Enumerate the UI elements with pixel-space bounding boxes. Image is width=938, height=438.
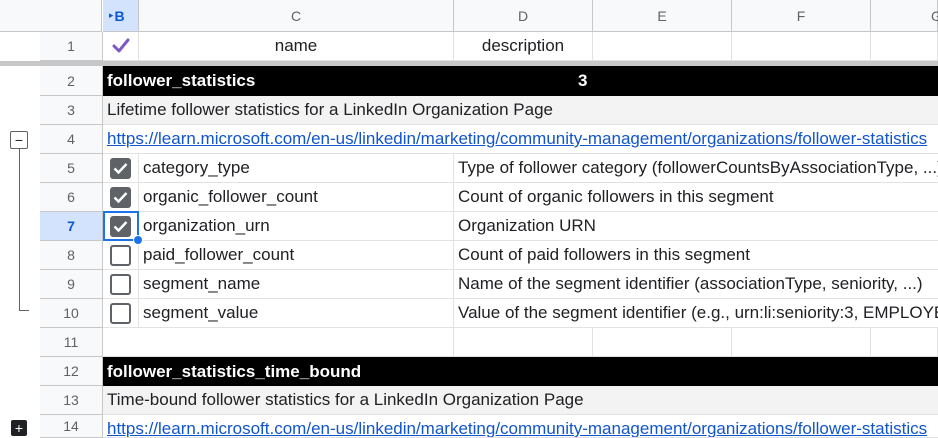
row-header-7[interactable]: 7 [40,212,103,241]
field-name[interactable]: organic_follower_count [139,183,454,212]
header-check-cell[interactable] [103,32,139,61]
field-name[interactable]: category_type [139,154,454,183]
checkbox-checked-icon[interactable] [110,215,131,237]
select-all-corner[interactable] [0,0,102,32]
empty-cell[interactable] [593,328,732,357]
column-header-f[interactable]: F [732,0,871,32]
plus-icon: + [14,420,24,436]
checkbox-checked-icon[interactable] [110,186,131,208]
section-description[interactable]: Lifetime follower statistics for a Linke… [103,96,938,125]
section-doc-link[interactable]: https://learn.microsoft.com/en-us/linked… [103,125,938,154]
field-checkbox[interactable] [103,299,139,328]
checkbox-checked-icon[interactable] [110,157,131,179]
row-header-4[interactable]: 4 [40,125,103,154]
field-checkbox[interactable] [103,270,139,299]
field-description[interactable]: Count of organic followers in this segme… [454,183,938,212]
checkbox-unchecked-icon[interactable] [110,302,131,324]
section-title-row[interactable]: follower_statistics_time_bound [103,357,938,386]
row-header-9[interactable]: 9 [40,270,103,299]
field-checkbox[interactable] [103,241,139,270]
field-name[interactable]: segment_name [139,270,454,299]
empty-cell[interactable] [732,32,871,61]
row-header-6[interactable]: 6 [40,183,103,212]
section-title: follower_statistics_time_bound [107,361,362,381]
fill-handle[interactable] [133,235,143,245]
row-header-13[interactable]: 13 [40,386,103,415]
row-header-12[interactable]: 12 [40,357,103,386]
empty-cell[interactable] [103,328,454,357]
field-name[interactable]: paid_follower_count [139,241,454,270]
field-checkbox[interactable] [103,154,139,183]
column-header-g[interactable]: G [871,0,938,32]
row-header-14[interactable]: 14 [40,415,103,438]
row-header-5[interactable]: 5 [40,154,103,183]
section-count: 3 [578,71,588,90]
row-header-11[interactable]: 11 [40,328,103,357]
collapse-group-button[interactable]: − [10,131,28,149]
field-description[interactable]: Value of the segment identifier (e.g., u… [454,299,938,328]
expand-group-button[interactable]: + [11,420,27,436]
checkmark-icon [112,38,129,53]
section-title: follower_statistics [107,71,256,90]
column-header-e[interactable]: E [593,0,732,32]
empty-cell[interactable] [871,328,938,357]
checkbox-unchecked-icon[interactable] [110,273,131,295]
field-name[interactable]: segment_value [139,299,454,328]
checkbox-unchecked-icon[interactable] [110,244,131,266]
field-description[interactable]: Type of follower category (followerCount… [454,154,938,183]
field-description[interactable]: Count of paid followers in this segment [454,241,938,270]
row-group-line [19,149,20,311]
row-header-2[interactable]: 2 [40,66,103,96]
field-description[interactable]: Name of the segment identifier (associat… [454,270,938,299]
column-expand-icon: ▸ [109,10,114,20]
row-header-1[interactable]: 1 [40,32,103,61]
row-header-3[interactable]: 3 [40,96,103,125]
field-description[interactable]: Organization URN [454,212,938,241]
empty-cell[interactable] [732,328,871,357]
row-header-10[interactable]: 10 [40,299,103,328]
header-description-cell[interactable]: description [454,32,593,61]
column-header-c[interactable]: C [139,0,454,32]
section-description[interactable]: Time-bound follower statistics for a Lin… [103,386,938,415]
field-name[interactable]: organization_urn [139,212,454,241]
section-doc-link[interactable]: https://learn.microsoft.com/en-us/linked… [103,415,938,438]
column-header-d[interactable]: D [454,0,593,32]
row-header-8[interactable]: 8 [40,241,103,270]
minus-icon: − [14,132,24,148]
section-title-row[interactable]: follower_statistics 3 [103,66,938,96]
empty-cell[interactable] [593,32,732,61]
empty-cell[interactable] [871,32,938,61]
column-header-b[interactable]: ▸ B [103,0,139,32]
field-checkbox[interactable] [103,183,139,212]
header-name-cell[interactable]: name [139,32,454,61]
row-group-line-end [19,310,29,311]
empty-cell[interactable] [454,328,593,357]
